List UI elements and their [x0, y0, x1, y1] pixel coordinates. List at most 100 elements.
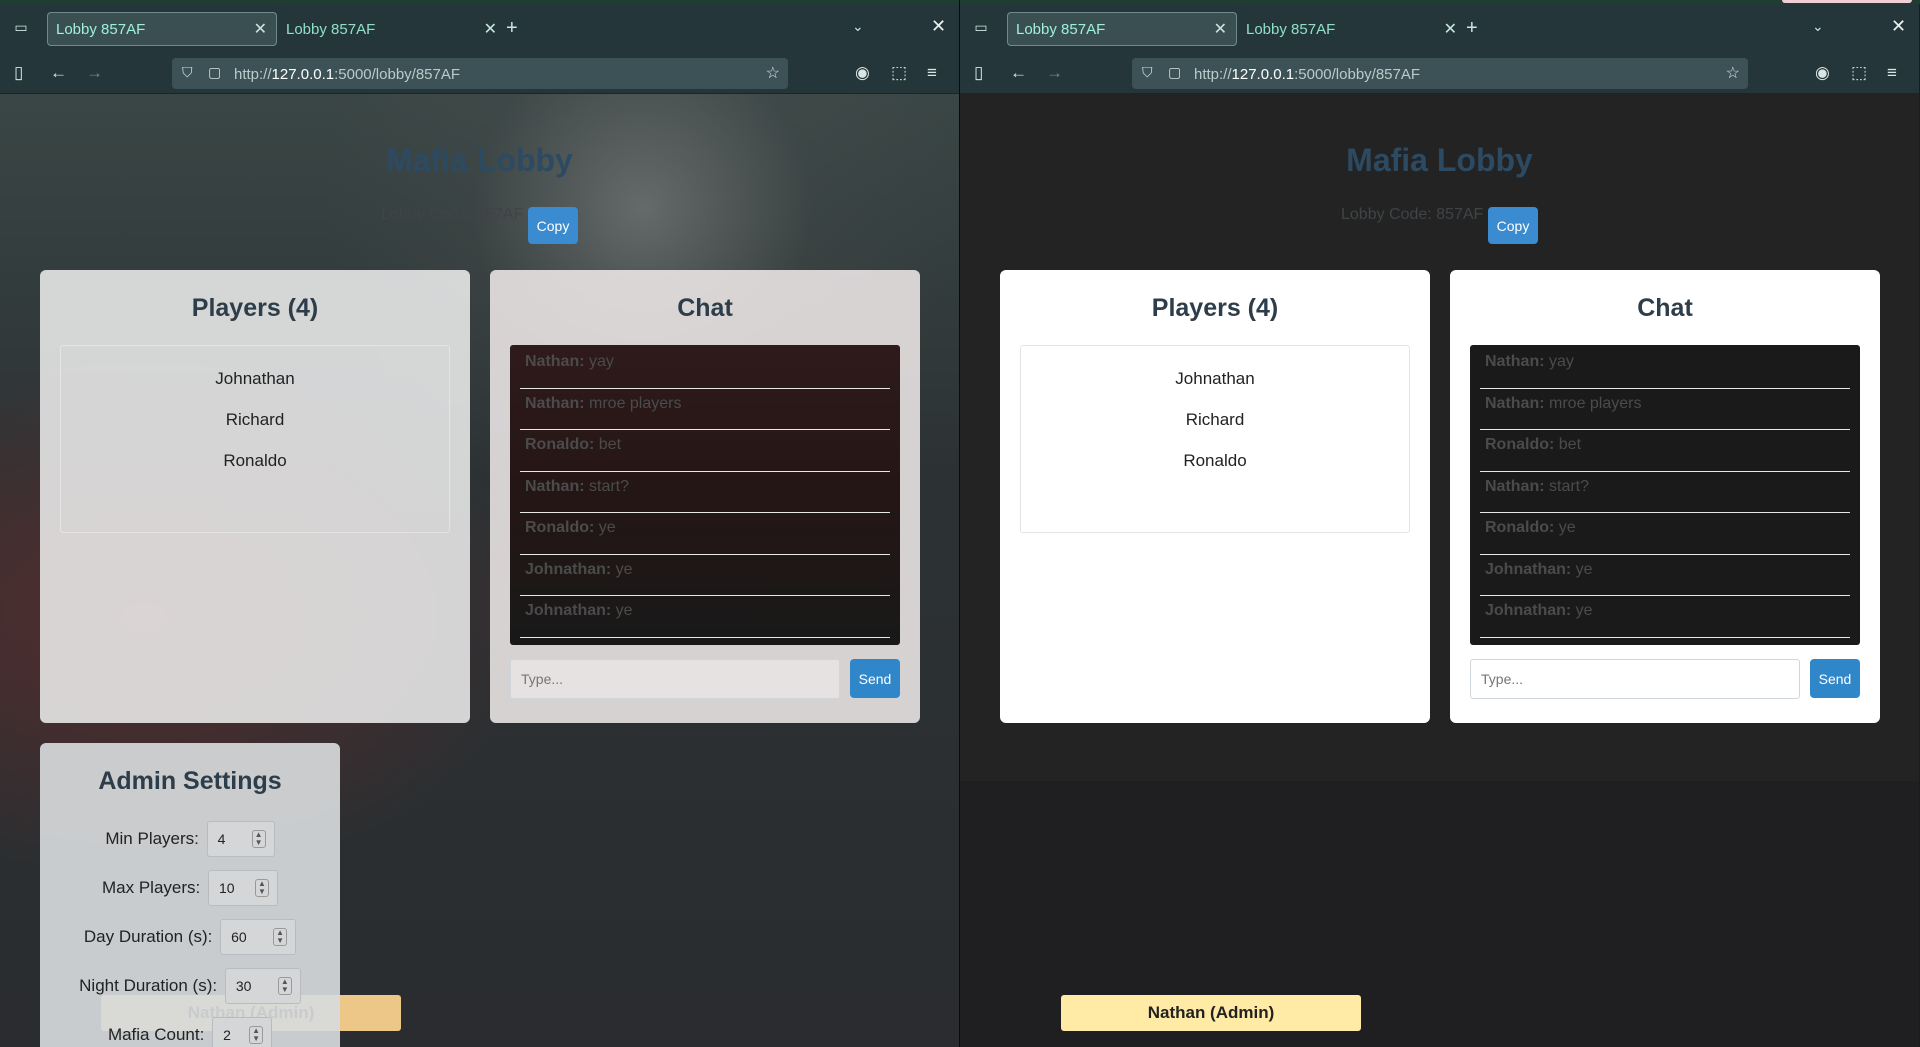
mafia-count-input[interactable]: 2 ▲ ▼: [212, 1017, 273, 1047]
arrow-left-icon[interactable]: ←: [50, 63, 67, 83]
sidebar-icon[interactable]: ▯: [974, 63, 983, 83]
tab-lobby[interactable]: Lobby 857AF ✕: [1237, 12, 1467, 46]
account-icon[interactable]: ◉: [1815, 63, 1830, 83]
arrow-left-icon[interactable]: ←: [1010, 63, 1027, 83]
tab-bar: ▭ Lobby 857AF ✕ Lobby 857AF ✕ + ⌄ ✕: [0, 4, 959, 54]
shield-icon[interactable]: ⛉: [182, 64, 193, 81]
close-icon[interactable]: ✕: [254, 19, 267, 39]
chat-sender: Nathan:: [525, 353, 585, 370]
admin-settings-card: Admin Settings Min Players: 4 ▲ ▼ Max Play…: [40, 743, 340, 1047]
send-button[interactable]: Send: [850, 659, 900, 698]
close-icon[interactable]: ✕: [1214, 19, 1227, 39]
hamburger-icon[interactable]: ≡: [927, 63, 937, 83]
setting-min-players: Min Players: 4 ▲ ▼: [40, 821, 340, 857]
max-players-input[interactable]: 10 ▲ ▼: [207, 870, 278, 906]
plus-icon[interactable]: +: [506, 17, 518, 40]
tab-label: Lobby 857AF: [1016, 21, 1106, 38]
players-card: Players (4) Nathan (Admin) Johnathan Ric…: [40, 270, 470, 1031]
puzzle-icon[interactable]: ⬚: [891, 63, 907, 83]
mafia-count-label: Mafia Count:: [107, 1025, 205, 1044]
url-rest: :5000/lobby/857AF: [334, 66, 461, 83]
nav-bar: ▯ ← → ⛉ ▢ http://127.0.0.1:5000/lobby/85…: [960, 54, 1919, 94]
copy-button[interactable]: Copy: [1488, 207, 1538, 244]
spin-arrows-icon[interactable]: ▲ ▼: [277, 977, 292, 995]
night-duration-value: 30: [235, 978, 252, 994]
players-card: Players (4) Nathan (Admin) Johnathan Ric…: [1000, 270, 1430, 1031]
chevron-down-icon[interactable]: ⌄: [852, 18, 864, 35]
night-duration-input[interactable]: 30 ▲ ▼: [224, 968, 301, 1004]
chat-text: ye: [611, 560, 633, 578]
chat-message: Nathan: yay: [520, 347, 890, 389]
night-duration-label: Night Duration (s):: [79, 976, 218, 995]
player-item: Ronaldo: [1183, 451, 1247, 470]
window-close-icon[interactable]: ✕: [1891, 16, 1906, 37]
tab-lobby-active[interactable]: Lobby 857AF ✕: [47, 12, 277, 46]
mafia-count-value: 2: [223, 1027, 231, 1043]
url-bar[interactable]: ⛉ ▢ http://127.0.0.1:5000/lobby/857AF ☆: [1132, 58, 1748, 89]
chat-sender: Nathan:: [1485, 353, 1545, 370]
chat-message: Ronaldo: bet: [1480, 430, 1850, 472]
chat-input[interactable]: [510, 659, 840, 699]
chat-message: Nathan: mroe players: [1480, 389, 1850, 430]
arrow-right-icon[interactable]: →: [1046, 63, 1063, 83]
send-button[interactable]: Send: [1810, 659, 1860, 698]
spin-arrows-icon[interactable]: ▲ ▼: [254, 879, 269, 897]
tab-bar: ▭ Lobby 857AF ✕ Lobby 857AF ✕ + ⌄ ✕: [960, 4, 1919, 54]
browser-window-left: ▭ Lobby 857AF ✕ Lobby 857AF ✕ + ⌄ ✕ ▯ ← …: [0, 4, 959, 1047]
hamburger-icon[interactable]: ≡: [1887, 63, 1897, 83]
player-item: Johnathan: [1175, 369, 1255, 388]
chat-sender: Johnathan:: [525, 602, 612, 619]
tab-list-icon[interactable]: ▭: [12, 18, 30, 36]
page-title: Mafia Lobby: [386, 142, 573, 178]
chat-sender: Johnathan:: [525, 560, 612, 578]
arrow-right-icon[interactable]: →: [86, 63, 103, 83]
chat-sender: Nathan:: [525, 394, 585, 412]
sidebar-icon[interactable]: ▯: [14, 63, 23, 83]
chat-text: yay: [584, 353, 614, 370]
player-item-admin: Nathan (Admin): [1061, 995, 1361, 1031]
chat-message: Johnathan: ye: [1480, 596, 1850, 638]
min-players-input[interactable]: 4 ▲ ▼: [206, 821, 275, 857]
players-title: Players (4): [191, 294, 319, 322]
lobby-code: Lobby Code: 857AF: [1341, 206, 1484, 223]
page-title: Mafia Lobby: [1346, 142, 1533, 178]
copy-button[interactable]: Copy: [528, 207, 578, 244]
chat-sender: Ronaldo:: [1485, 519, 1555, 536]
day-duration-input[interactable]: 60 ▲ ▼: [220, 919, 297, 955]
url-host: 127.0.0.1: [271, 66, 335, 83]
chat-text: bet: [1554, 436, 1582, 453]
chat-message: Ronaldo: bet: [520, 430, 890, 472]
page-icon[interactable]: ▢: [208, 64, 221, 81]
chat-messages[interactable]: Nathan: yay Nathan: mroe players Ronaldo…: [1470, 345, 1860, 645]
window-close-icon[interactable]: ✕: [931, 16, 946, 37]
puzzle-icon[interactable]: ⬚: [1851, 63, 1867, 83]
page-icon[interactable]: ▢: [1168, 64, 1181, 81]
plus-icon[interactable]: +: [1466, 17, 1478, 40]
day-duration-label: Day Duration (s):: [83, 927, 213, 946]
tab-lobby-active[interactable]: Lobby 857AF ✕: [1007, 12, 1237, 46]
tab-label: Lobby 857AF: [1246, 21, 1336, 38]
star-icon[interactable]: ☆: [1726, 63, 1740, 83]
spin-arrows-icon[interactable]: ▲ ▼: [273, 928, 288, 946]
url-bar[interactable]: ⛉ ▢ http://127.0.0.1:5000/lobby/857AF ☆: [172, 58, 788, 89]
tab-lobby[interactable]: Lobby 857AF ✕: [277, 12, 507, 46]
star-icon[interactable]: ☆: [766, 63, 780, 83]
chat-text: yay: [1544, 353, 1574, 370]
page-content: Mafia Lobby Lobby Code: 857AF Copy Playe…: [960, 94, 1919, 1047]
close-icon[interactable]: ✕: [1444, 19, 1457, 39]
close-icon[interactable]: ✕: [484, 19, 497, 39]
chat-text: ye: [594, 519, 616, 536]
account-icon[interactable]: ◉: [855, 63, 870, 83]
chat-sender: Ronaldo:: [525, 519, 595, 536]
players-title: Players (4): [1151, 294, 1279, 322]
chat-input[interactable]: [1470, 659, 1800, 699]
url-host: 127.0.0.1: [1231, 66, 1295, 83]
shield-icon[interactable]: ⛉: [1142, 64, 1153, 81]
chat-text: bet: [594, 436, 622, 453]
chevron-down-icon[interactable]: ⌄: [1812, 18, 1824, 35]
spin-arrows-icon[interactable]: ▲ ▼: [249, 1026, 264, 1044]
spin-arrows-icon[interactable]: ▲ ▼: [251, 830, 266, 848]
tab-list-icon[interactable]: ▭: [972, 18, 990, 36]
chat-text: ye: [1571, 560, 1593, 578]
chat-messages[interactable]: Nathan: yay Nathan: mroe players Ronaldo…: [510, 345, 900, 645]
